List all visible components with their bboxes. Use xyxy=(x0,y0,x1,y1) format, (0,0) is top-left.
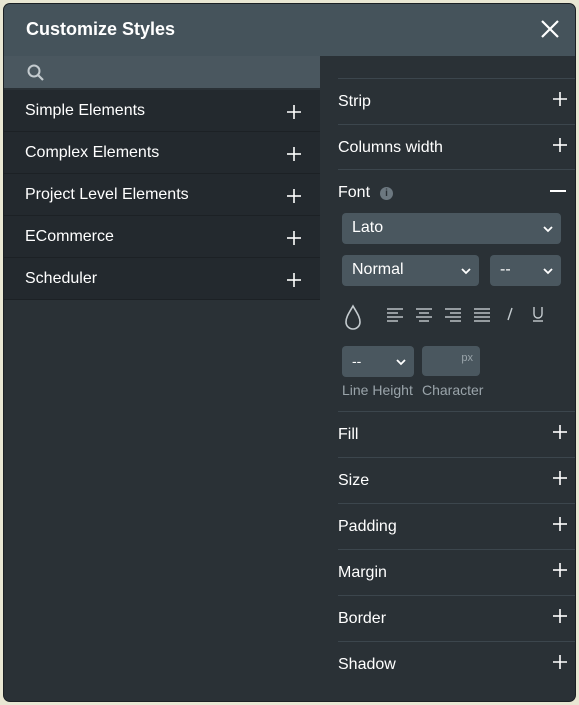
section-label: Fill xyxy=(338,426,359,443)
plus-icon xyxy=(553,92,567,106)
section-label: Border xyxy=(338,610,387,627)
plus-icon xyxy=(287,147,301,161)
search-input[interactable] xyxy=(52,60,316,86)
font-family-value: Lato xyxy=(352,219,384,236)
search-bar xyxy=(4,56,320,88)
line-height-select[interactable]: -- xyxy=(342,346,414,377)
underline-icon[interactable] xyxy=(531,305,545,323)
style-properties-panel: Strip Columns width Font i Lato Normal -… xyxy=(320,56,575,701)
chevron-down-icon xyxy=(396,359,406,366)
chevron-down-icon xyxy=(543,268,553,275)
plus-icon xyxy=(553,138,567,152)
align-right-icon[interactable] xyxy=(444,308,462,322)
font-weight-select[interactable]: Normal xyxy=(342,255,479,286)
align-justify-icon[interactable] xyxy=(473,308,491,322)
section-padding[interactable]: Padding xyxy=(338,503,575,549)
category-label: Project Level Elements xyxy=(25,186,189,203)
character-spacing-input[interactable]: px xyxy=(422,346,480,376)
customize-styles-dialog: Customize Styles Simple Elements Complex… xyxy=(4,4,575,701)
plus-icon xyxy=(553,425,567,439)
section-label: Size xyxy=(338,472,370,489)
plus-icon xyxy=(287,105,301,119)
chevron-down-icon xyxy=(461,268,471,275)
section-label: Shadow xyxy=(338,656,396,673)
section-shadow[interactable]: Shadow xyxy=(338,641,575,687)
character-label: Character xyxy=(422,382,484,398)
plus-icon xyxy=(553,517,567,531)
category-scheduler[interactable]: Scheduler xyxy=(4,258,320,300)
close-button[interactable] xyxy=(539,18,561,40)
category-project-level-elements[interactable]: Project Level Elements xyxy=(4,174,320,216)
section-strip[interactable]: Strip xyxy=(338,78,575,124)
plus-icon xyxy=(553,609,567,623)
dialog-title: Customize Styles xyxy=(26,19,176,39)
section-border[interactable]: Border xyxy=(338,595,575,641)
category-label: ECommerce xyxy=(25,228,114,245)
line-height-label: Line Height xyxy=(342,382,413,398)
plus-icon xyxy=(553,563,567,577)
section-label: Font xyxy=(338,184,371,201)
font-size-value: -- xyxy=(500,261,511,278)
category-label: Simple Elements xyxy=(25,102,146,119)
line-height-value: -- xyxy=(352,353,362,369)
italic-icon[interactable] xyxy=(504,306,516,322)
font-size-select[interactable]: -- xyxy=(490,255,561,286)
category-label: Complex Elements xyxy=(25,144,160,161)
section-label: Padding xyxy=(338,518,397,535)
section-size[interactable]: Size xyxy=(338,457,575,503)
search-icon xyxy=(27,64,44,81)
category-simple-elements[interactable]: Simple Elements xyxy=(4,90,320,132)
section-columns-width[interactable]: Columns width xyxy=(338,124,575,170)
category-ecommerce[interactable]: ECommerce xyxy=(4,216,320,258)
plus-icon xyxy=(287,273,301,287)
unit-label: px xyxy=(461,352,473,364)
category-label: Scheduler xyxy=(25,270,98,287)
section-label: Margin xyxy=(338,564,387,581)
minus-icon xyxy=(550,190,566,192)
section-font[interactable]: Font i xyxy=(338,169,575,215)
font-weight-value: Normal xyxy=(352,261,404,278)
plus-icon xyxy=(287,189,301,203)
dialog-header: Customize Styles xyxy=(4,4,575,56)
chevron-down-icon xyxy=(543,226,553,233)
text-color-drop-icon[interactable] xyxy=(344,304,362,330)
align-center-icon[interactable] xyxy=(415,308,433,322)
section-label: Strip xyxy=(338,93,371,110)
section-fill[interactable]: Fill xyxy=(338,411,575,457)
category-panel: Simple Elements Complex Elements Project… xyxy=(4,56,320,701)
align-left-icon[interactable] xyxy=(386,308,404,322)
category-list: Simple Elements Complex Elements Project… xyxy=(4,90,320,300)
font-family-select[interactable]: Lato xyxy=(342,213,561,244)
plus-icon xyxy=(287,231,301,245)
plus-icon xyxy=(553,655,567,669)
info-icon[interactable]: i xyxy=(380,187,393,200)
section-label: Columns width xyxy=(338,139,443,156)
close-icon xyxy=(541,20,559,38)
section-margin[interactable]: Margin xyxy=(338,549,575,595)
category-complex-elements[interactable]: Complex Elements xyxy=(4,132,320,174)
plus-icon xyxy=(553,471,567,485)
